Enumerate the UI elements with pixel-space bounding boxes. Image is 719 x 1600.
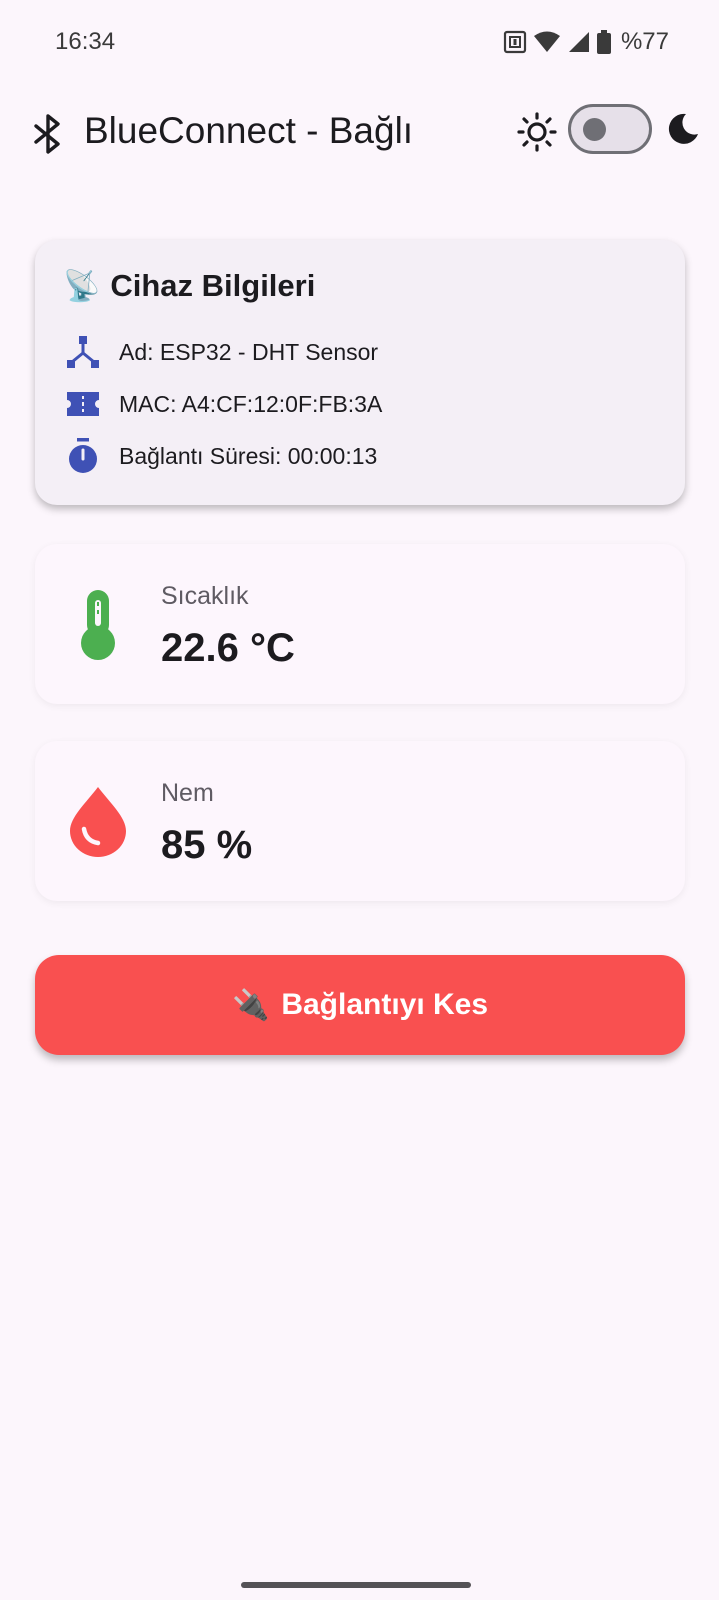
app-title: BlueConnect - Bağlı [84,110,414,151]
bluetooth-icon [30,114,66,159]
humidity-label: Nem [161,779,214,807]
device-card-header: 📡 Cihaz Bilgileri [63,268,315,304]
water-drop-icon [65,781,131,861]
status-icons: %77 [503,28,669,56]
wifi-icon [533,30,561,54]
temperature-card: Sıcaklık 22.6 °C [35,544,685,704]
thermometer-icon [65,584,131,664]
humidity-value: 85 % [161,823,253,867]
disconnect-button[interactable]: 🔌 Bağlantıyı Kes [35,955,685,1055]
mac-row: MAC: A4:CF:12:0F:FB:3A [65,386,382,422]
disconnect-label: Bağlantıyı Kes [281,988,489,1021]
home-indicator[interactable] [241,1582,471,1588]
satellite-icon: 📡 [63,269,101,303]
signal-icon [567,30,591,54]
nfc-icon [503,30,527,54]
humidity-card: Nem 85 % [35,741,685,901]
ticket-icon [65,386,101,422]
timer-icon [65,438,101,474]
status-time: 16:34 [55,28,116,55]
battery-icon [596,30,611,54]
moon-icon [666,112,700,151]
device-info-card: 📡 Cihaz Bilgileri Ad: ESP32 - DHT Sensor… [35,240,685,505]
connection-time-text: Bağlantı Süresi: 00:00:13 [119,442,378,469]
theme-toggle[interactable] [568,104,652,154]
device-name-row: Ad: ESP32 - DHT Sensor [65,334,378,370]
toggle-thumb [583,118,606,141]
app-bar: BlueConnect - Bağlı [0,96,719,168]
mac-address-text: MAC: A4:CF:12:0F:FB:3A [119,390,383,417]
device-name-text: Ad: ESP32 - DHT Sensor [119,338,379,365]
device-hub-icon [65,334,101,370]
sun-icon [517,112,557,157]
temperature-value: 22.6 °C [161,626,295,670]
plug-icon: 🔌 [231,988,270,1022]
battery-level: %77 [620,28,669,55]
temperature-label: Sıcaklık [161,582,249,610]
connection-time-row: Bağlantı Süresi: 00:00:13 [65,438,377,474]
device-card-title: Cihaz Bilgileri [110,268,316,303]
status-bar: 16:34 %77 [0,0,719,84]
